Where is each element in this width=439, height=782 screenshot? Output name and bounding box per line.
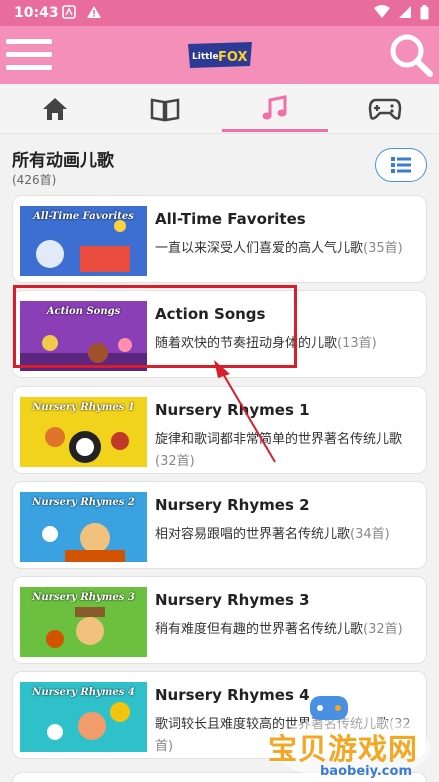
status-bar: 10:43 [0, 0, 439, 26]
signal-icon [398, 5, 412, 24]
song-description: 稍有难度但有趣的世界著名传统儿歌(32首) [155, 622, 403, 637]
song-thumbnail: Nursery Rhymes 3 [20, 587, 147, 657]
status-time: 10:43 [14, 5, 59, 21]
svg-text:FOX: FOX [218, 50, 248, 65]
notification-icon [62, 5, 76, 23]
song-title: Nursery Rhymes 3 [155, 591, 310, 609]
song-description: 一直以来深受人们喜爱的高人气儿歌(35首) [155, 241, 403, 256]
tab-songs[interactable] [220, 84, 330, 134]
app-bar: Little FOX [0, 26, 439, 84]
song-description: 相对容易跟唱的世界著名传统儿歌(34首) [155, 527, 390, 542]
highlight-box [13, 285, 297, 368]
book-icon [150, 98, 180, 122]
song-title: Nursery Rhymes 1 [155, 401, 310, 419]
thumbnail-label: Nursery Rhymes 1 [32, 402, 135, 413]
song-card[interactable]: All-Time Favorites All-Time Favorites 一直… [12, 195, 427, 283]
thumbnail-label: Nursery Rhymes 3 [32, 592, 135, 603]
song-card[interactable]: Nursery Rhymes 3 Nursery Rhymes 3 稍有难度但有… [12, 576, 427, 664]
song-title: Nursery Rhymes 2 [155, 496, 310, 514]
song-thumbnail: All-Time Favorites [20, 206, 147, 276]
menu-button[interactable] [6, 37, 54, 73]
wifi-icon [374, 5, 390, 24]
tab-stories[interactable] [110, 84, 220, 134]
song-thumbnail: Nursery Rhymes 2 [20, 492, 147, 562]
battery-icon [420, 5, 429, 24]
gamepad-icon [368, 98, 402, 120]
song-card[interactable]: Nursery Rhymes 2 Nursery Rhymes 2 相对容易跟唱… [12, 481, 427, 569]
thumbnail-label: Nursery Rhymes 2 [32, 497, 135, 508]
tab-home[interactable] [0, 84, 110, 134]
search-icon [390, 34, 433, 77]
section-title: 所有动画儿歌 [12, 151, 114, 171]
thumbnail-label: Nursery Rhymes 4 [32, 687, 135, 698]
tab-games[interactable] [330, 84, 439, 134]
song-thumbnail: Nursery Rhymes 1 [20, 397, 147, 467]
watermark-text: 宝贝游戏网 [268, 732, 419, 766]
section-count: (426首) [12, 173, 57, 187]
warning-icon [86, 5, 102, 23]
watermark-url: baobeiy.com [320, 764, 412, 779]
category-tabs [0, 84, 439, 134]
home-icon [43, 98, 67, 120]
little-fox-logo: Little FOX [184, 40, 256, 70]
song-description: 旋律和歌词都非常简单的世界著名传统儿歌(32首) [155, 432, 403, 469]
song-card[interactable]: Nursery Rhymes 1 Nursery Rhymes 1 旋律和歌词都… [12, 386, 427, 474]
music-note-icon [262, 95, 287, 120]
thumbnail-label: All-Time Favorites [33, 211, 134, 222]
svg-text:Little: Little [192, 52, 219, 62]
search-button[interactable] [386, 30, 436, 80]
list-view-button[interactable] [375, 148, 427, 182]
active-tab-indicator [222, 129, 328, 132]
song-thumbnail: Nursery Rhymes 4 [20, 682, 147, 752]
watermark: 宝贝游戏网 baobeiy.com [262, 688, 439, 782]
song-title: All-Time Favorites [155, 210, 306, 228]
list-icon [391, 157, 411, 173]
